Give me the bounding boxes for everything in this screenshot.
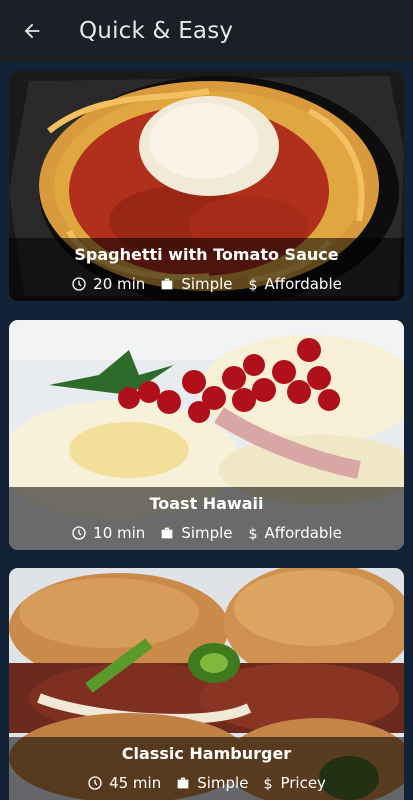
- app-bar: Quick & Easy: [0, 0, 413, 62]
- complexity: Simple: [159, 524, 233, 542]
- clock-icon: [72, 277, 86, 291]
- complexity-label: Simple: [181, 524, 233, 542]
- affordability: $ Affordable: [247, 275, 342, 293]
- dollar-icon: $: [248, 526, 257, 541]
- duration-label: 10 min: [93, 524, 146, 542]
- duration: 20 min: [71, 275, 145, 293]
- duration: 45 min: [87, 774, 161, 792]
- complexity: Simple: [159, 275, 233, 293]
- briefcase-icon: [177, 777, 189, 789]
- meal-overlay: Spaghetti with Tomato Sauce 20 min Simpl…: [9, 238, 404, 301]
- meal-card-toast-hawaii[interactable]: Toast Hawaii 10 min Simple $ Affordable: [9, 320, 404, 550]
- arrow-left-icon: [24, 23, 40, 39]
- svg-text:$: $: [248, 277, 257, 292]
- affordability: $ Pricey: [262, 774, 326, 792]
- meal-overlay: Classic Hamburger 45 min Simple $ Pricey: [9, 737, 404, 800]
- svg-text:$: $: [264, 776, 273, 791]
- affordability-label: Affordable: [264, 275, 342, 293]
- complexity-label: Simple: [181, 275, 233, 293]
- back-button[interactable]: [4, 0, 60, 62]
- briefcase-icon: [161, 278, 173, 290]
- meal-title: Toast Hawaii: [149, 494, 264, 513]
- meal-title: Spaghetti with Tomato Sauce: [74, 245, 339, 264]
- dollar-icon: $: [248, 277, 257, 292]
- meal-meta: 45 min Simple $ Pricey: [9, 774, 404, 792]
- dollar-icon: $: [264, 776, 273, 791]
- complexity-label: Simple: [197, 774, 249, 792]
- meal-card-spaghetti[interactable]: Spaghetti with Tomato Sauce 20 min Simpl…: [9, 71, 404, 301]
- meal-meta: 10 min Simple $ Affordable: [9, 524, 404, 542]
- clock-icon: [72, 526, 86, 540]
- meal-card-classic-hamburger[interactable]: Classic Hamburger 45 min Simple $ Pricey: [9, 568, 404, 800]
- affordability: $ Affordable: [247, 524, 342, 542]
- complexity: Simple: [175, 774, 248, 792]
- duration: 10 min: [71, 524, 145, 542]
- affordability-label: Pricey: [280, 774, 326, 792]
- svg-text:$: $: [248, 526, 257, 541]
- meal-meta: 20 min Simple $ Affordable: [9, 275, 404, 293]
- affordability-label: Affordable: [264, 524, 342, 542]
- duration-label: 20 min: [93, 275, 146, 293]
- briefcase-icon: [161, 527, 173, 539]
- meal-overlay: Toast Hawaii 10 min Simple $ Affordable: [9, 487, 404, 550]
- meal-title: Classic Hamburger: [121, 744, 292, 763]
- duration-label: 45 min: [109, 774, 162, 792]
- clock-icon: [88, 776, 102, 790]
- page-title: Quick & Easy: [79, 18, 234, 44]
